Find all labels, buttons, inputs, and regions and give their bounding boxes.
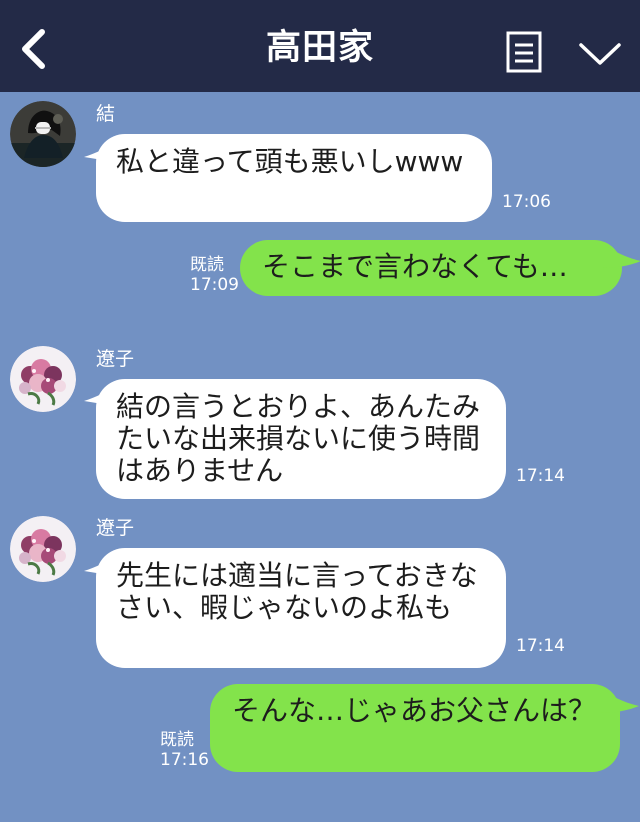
flower-bouquet-avatar-icon[interactable] — [10, 516, 76, 582]
user-avatar-icon[interactable] — [10, 101, 76, 167]
sender-name: 結 — [96, 103, 116, 125]
message-time: 17:14 — [516, 466, 565, 486]
flower-bouquet-avatar-icon[interactable] — [10, 346, 76, 412]
incoming-message: 結 私と違って頭も悪いしwww 17:06 — [0, 96, 640, 228]
incoming-message: 遼子 結の言うとおりよ、あんたみたいな出来損ないに使う時間はありません 17:1… — [0, 342, 640, 502]
outgoing-message: 既読 17:16 そんな…じゃあお父さんは？ — [0, 684, 640, 774]
chat-screen: 高田家 結 私と違って頭も悪いしwww 17:06 既読 17:09 そこまで言… — [0, 0, 640, 822]
outgoing-bubble-tail — [600, 688, 639, 713]
outgoing-message: 既読 17:09 そこまで言わなくても… — [0, 240, 640, 298]
back-button[interactable] — [14, 28, 52, 70]
message-bubble[interactable]: 私と違って頭も悪いしwww — [96, 134, 492, 222]
message-time: 17:16 — [160, 750, 209, 770]
read-label: 既読 — [160, 730, 194, 750]
read-status: 既読 17:16 — [160, 730, 209, 770]
message-time: 17:09 — [190, 275, 239, 295]
document-menu-icon — [506, 31, 542, 73]
chat-title: 高田家 — [265, 28, 374, 68]
message-time: 17:06 — [502, 192, 551, 212]
avatar-image — [10, 101, 76, 167]
chevron-left-icon — [22, 29, 45, 69]
avatar-image — [10, 516, 76, 582]
incoming-message: 遼子 先生には適当に言っておきなさい、暇じゃないのよ私も 17:14 — [0, 512, 640, 672]
read-label: 既読 — [190, 255, 224, 275]
message-bubble[interactable]: そこまで言わなくても… — [240, 240, 622, 296]
sender-name: 遼子 — [96, 348, 135, 370]
dropdown-button[interactable] — [578, 39, 622, 69]
message-time: 17:14 — [516, 636, 565, 656]
message-bubble[interactable]: そんな…じゃあお父さんは？ — [210, 684, 620, 772]
message-bubble[interactable]: 結の言うとおりよ、あんたみたいな出来損ないに使う時間はありません — [96, 379, 506, 499]
chevron-down-icon — [579, 43, 621, 65]
chat-header: 高田家 — [0, 0, 640, 92]
message-bubble[interactable]: 先生には適当に言っておきなさい、暇じゃないのよ私も — [96, 548, 506, 668]
avatar-image — [10, 346, 76, 412]
sender-name: 遼子 — [96, 517, 135, 539]
read-status: 既読 17:09 — [190, 255, 239, 295]
menu-button[interactable] — [506, 31, 542, 73]
outgoing-bubble-tail — [602, 243, 640, 268]
